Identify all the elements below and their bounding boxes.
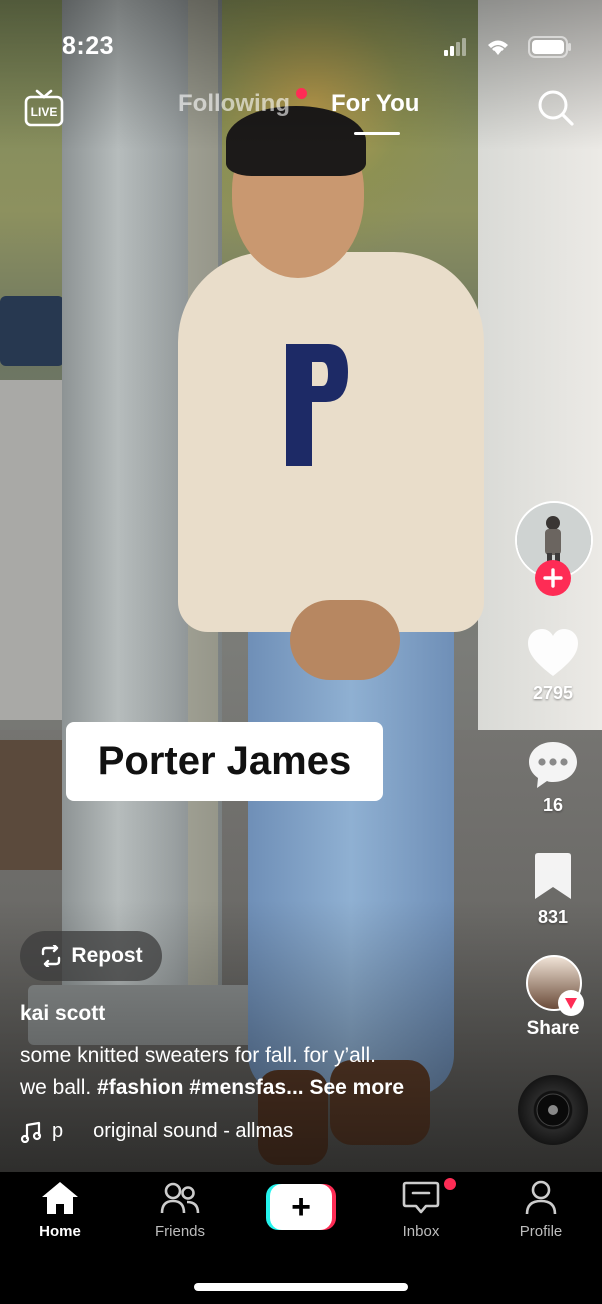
repost-label: Repost [71,944,143,967]
create-button[interactable]: + [266,1184,336,1230]
sound-title: original sound - allmas [93,1120,294,1142]
repost-button[interactable]: Repost [20,931,162,981]
active-tab-indicator [354,132,400,135]
tab-for-you[interactable]: For You [331,90,419,118]
nav-friends[interactable]: Friends [130,1180,230,1240]
status-time: 8:23 [62,32,115,60]
nav-inbox[interactable]: Inbox [371,1180,471,1240]
video-frame[interactable] [0,0,602,1172]
inbox-notification-dot [444,1178,456,1190]
home-icon [42,1182,78,1214]
comment-button[interactable]: 16 [520,740,586,816]
following-notification-dot [296,88,307,99]
plus-icon [543,568,563,588]
cellular-signal-icon [444,38,466,56]
sound-prefix: p [52,1120,64,1142]
status-icons [444,36,572,58]
wifi-icon [488,40,508,55]
video-text-overlay: Porter James [66,722,383,801]
home-indicator[interactable] [194,1283,408,1291]
like-count: 2795 [532,683,574,703]
tiktok-for-you-screen: 8:23 LIVE Following For You Porter James… [0,0,602,1304]
nav-friends-label: Friends [154,1223,206,1240]
live-tv-icon: LIVE [24,89,64,127]
sound-disc[interactable] [518,1075,588,1145]
music-disc-icon [536,1093,570,1127]
caption-line-2[interactable]: we ball. #fashion #mensfas... See more [20,1076,404,1100]
create-plus-icon: + [270,1184,332,1230]
comment-count: 16 [542,795,564,815]
live-label: LIVE [31,105,58,119]
nav-profile-label: Profile [519,1223,563,1240]
bookmark-count: 831 [537,907,569,927]
sweater-letter-icon [286,344,348,466]
share-badge [558,990,584,1016]
follow-button[interactable] [535,560,571,596]
caption-line-1[interactable]: some knitted sweaters for fall. for y’al… [20,1044,376,1068]
share-label[interactable]: Share [520,1018,586,1040]
live-button[interactable]: LIVE [24,88,64,128]
see-more-link[interactable]: See more [309,1076,404,1099]
search-button[interactable] [536,88,576,128]
music-note-icon [20,1121,42,1143]
friends-icon [160,1182,200,1214]
profile-icon [525,1180,557,1215]
repost-icon [42,945,61,967]
tab-following[interactable]: Following [178,90,290,118]
bookmark-button[interactable]: 831 [520,852,586,928]
heart-icon [528,629,578,676]
search-icon [538,90,574,126]
nav-profile[interactable]: Profile [491,1180,591,1240]
send-arrow-icon [565,998,577,1009]
creator-username[interactable]: kai scott [20,1002,105,1026]
nav-inbox-label: Inbox [402,1223,440,1240]
nav-home[interactable]: Home [10,1180,110,1240]
top-gradient [0,0,602,150]
caption-hashtags[interactable]: #fashion #mensfas... [97,1076,304,1099]
comment-icon [529,742,577,788]
subject-hands [290,600,400,680]
bookmark-icon [535,853,571,899]
inbox-icon [402,1181,440,1214]
battery-icon [528,36,571,58]
caption-text: we ball. [20,1076,98,1099]
nav-home-label: Home [39,1223,81,1240]
like-button[interactable]: 2795 [520,628,586,704]
sound-link[interactable]: p original sound - allmas [20,1120,330,1143]
